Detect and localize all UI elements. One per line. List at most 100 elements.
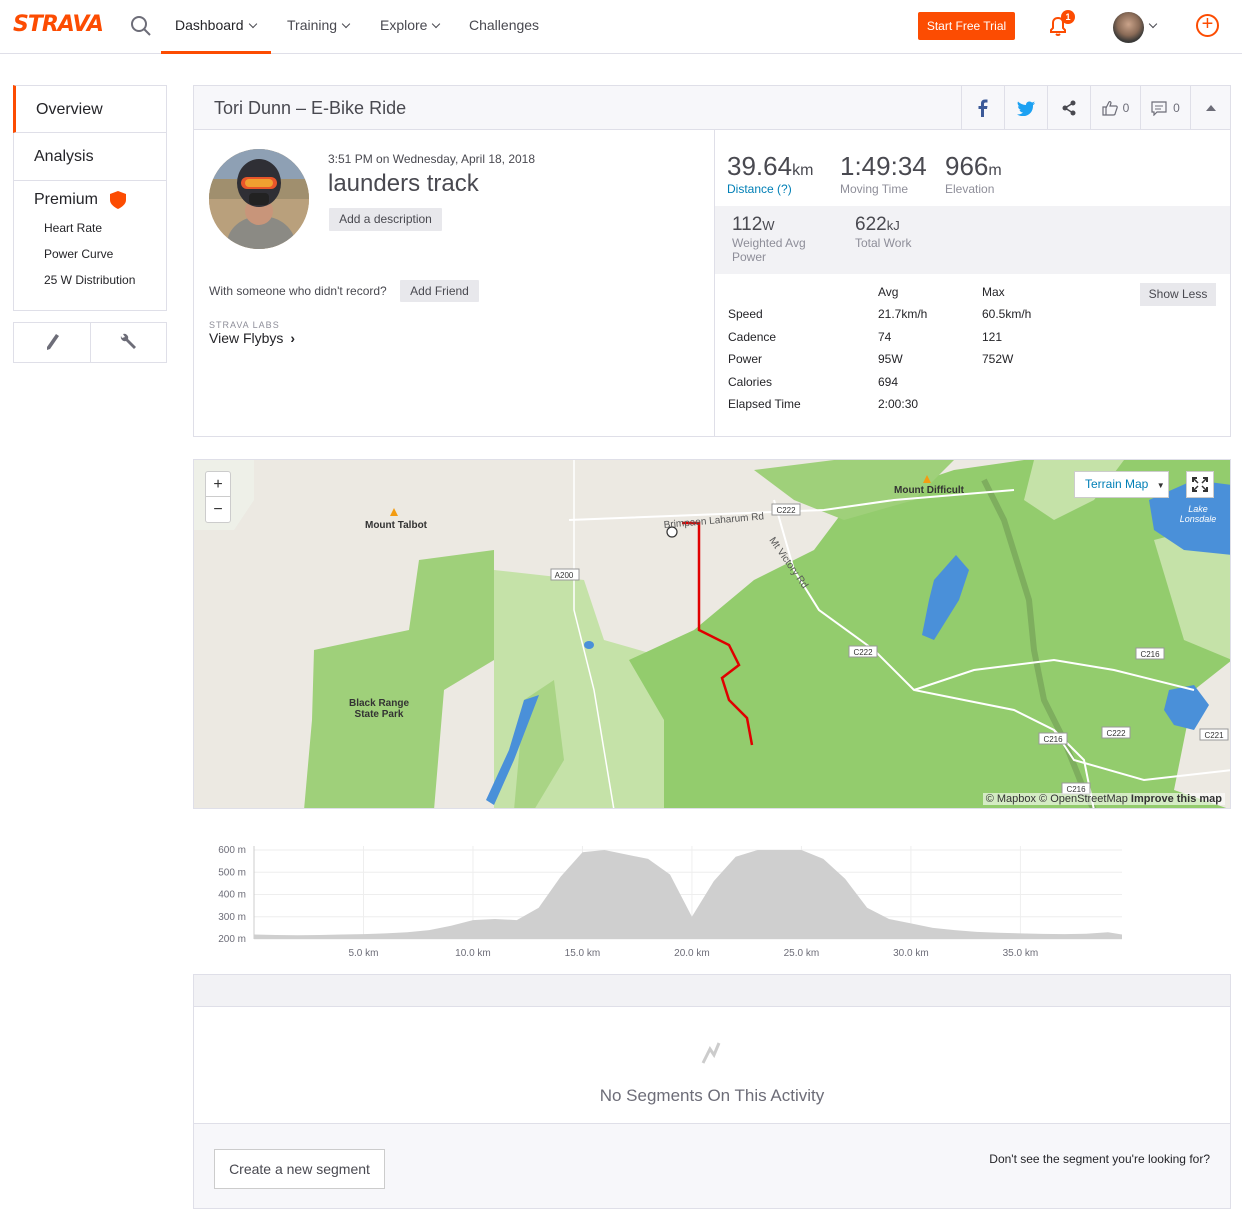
view-flybys-label: View Flybys (209, 330, 284, 346)
nav-challenges-label: Challenges (469, 17, 540, 33)
sidebar-item-analysis[interactable]: Analysis (13, 133, 167, 181)
zoom-out-button[interactable]: − (206, 497, 230, 522)
road-label-c222: C222 (776, 506, 796, 515)
distance-value: 39.64 (727, 151, 793, 181)
x-tick-label: 5.0 km (348, 948, 378, 959)
map-canvas: A200 C222 C222 C216 C216 C222 C221 C216 … (194, 460, 1230, 808)
stat-moving-time: 1:49:34 Moving Time (840, 151, 927, 196)
sidebar-premium-section: Premium Heart Rate Power Curve 25 W Dist… (13, 181, 167, 311)
nav-dashboard-label: Dashboard (175, 17, 244, 33)
row-avg: 95W (878, 352, 903, 366)
place-label-lake: Lake (1188, 504, 1208, 514)
comment-button[interactable]: 0 (1140, 86, 1190, 130)
sidebar-item-heart-rate[interactable]: Heart Rate (44, 221, 166, 235)
athlete-photo (209, 149, 309, 249)
attribution-text[interactable]: © Mapbox © OpenStreetMap (986, 793, 1128, 805)
user-avatar[interactable] (1113, 12, 1144, 43)
distance-unit: km (792, 162, 814, 179)
nav-explore-label: Explore (380, 17, 428, 33)
show-less-button[interactable]: Show Less (1140, 283, 1216, 306)
activity-title[interactable]: launders track (328, 170, 479, 198)
notification-badge: 1 (1061, 10, 1075, 24)
activity-header-title: Tori Dunn – E-Bike Ride (214, 98, 407, 118)
row-avg: 74 (878, 330, 892, 344)
thumbs-up-icon (1102, 100, 1118, 116)
total-work-value: 622 (855, 214, 887, 235)
chevron-down-icon (341, 19, 351, 29)
row-avg: 21.7km/h (878, 307, 928, 321)
actions-button[interactable] (91, 323, 167, 362)
activity-summary-panel: Tori Dunn – E-Bike Ride 0 0 3:51 PM on W… (193, 85, 1231, 437)
comments-count: 0 (1173, 101, 1180, 115)
stat-elevation: 966m Elevation (945, 151, 1002, 196)
view-flybys-link[interactable]: View Flybys › (209, 330, 295, 346)
chevron-down-icon[interactable] (1148, 19, 1158, 29)
row-max: 121 (982, 330, 1003, 344)
dont-see-segment-link[interactable]: Don't see the segment you're looking for… (989, 1152, 1210, 1166)
zoom-controls: + − (205, 471, 231, 523)
elevation-unit: m (988, 162, 1002, 179)
y-tick-label: 200 m (218, 934, 246, 945)
road-label-c216: C216 (1043, 735, 1063, 744)
expand-icon (1192, 477, 1208, 492)
edit-button[interactable] (14, 323, 90, 362)
y-tick-label: 400 m (218, 890, 246, 901)
road-label-a200: A200 (555, 571, 574, 580)
nav-challenges[interactable]: Challenges (469, 17, 539, 33)
fullscreen-button[interactable] (1186, 471, 1214, 498)
premium-shield-icon (110, 191, 127, 209)
moving-time-label: Moving Time (840, 182, 909, 196)
col-avg-header: Avg (878, 285, 899, 299)
elevation-profile[interactable]: 600 m 500 m 400 m 300 m 200 m 5.0 km 10.0 km 1… (193, 811, 1231, 974)
y-tick-label: 600 m (218, 845, 246, 856)
road-label-c222: C222 (853, 648, 873, 657)
x-tick-label: 30.0 km (893, 948, 929, 959)
sidebar-item-overview[interactable]: Overview (13, 85, 167, 133)
facebook-share-button[interactable] (961, 86, 1004, 130)
add-description-button[interactable]: Add a description (329, 208, 442, 231)
with-someone-text: With someone who didn't record? (209, 284, 387, 298)
sidebar-tools (13, 322, 167, 363)
nav-training-label: Training (287, 17, 338, 33)
plus-icon[interactable]: + (1196, 14, 1219, 37)
place-label-mount-difficult: Mount Difficult (894, 485, 965, 496)
kudos-button[interactable]: 0 (1090, 86, 1140, 130)
no-segments-message: No Segments On This Activity (599, 1086, 825, 1105)
weighted-power-unit: W (762, 218, 775, 233)
segment-icon (701, 1042, 721, 1064)
activity-map[interactable]: A200 C222 C222 C216 C216 C222 C221 C216 … (193, 459, 1231, 809)
sidebar-item-premium[interactable]: Premium (34, 191, 166, 209)
row-max: 60.5km/h (982, 307, 1032, 321)
start-free-trial-button[interactable]: Start Free Trial (918, 12, 1015, 40)
nav-explore[interactable]: Explore (380, 17, 441, 33)
add-friend-button[interactable]: Add Friend (400, 280, 479, 302)
strava-logo[interactable]: STRAVA (13, 12, 104, 37)
row-avg: 2:00:30 (878, 397, 919, 411)
map-attribution: © Mapbox © OpenStreetMap Improve this ma… (982, 793, 1225, 805)
segments-header (194, 975, 1230, 1007)
sidebar-item-power-curve[interactable]: Power Curve (44, 247, 166, 261)
stat-total-work: 622kJ Total Work (855, 214, 911, 250)
collapse-button[interactable] (1190, 86, 1230, 130)
sidebar-item-power-distribution[interactable]: 25 W Distribution (44, 273, 166, 287)
place-label-mount-talbot: Mount Talbot (365, 520, 428, 531)
search-icon[interactable] (130, 15, 152, 37)
road-label-c216: C216 (1140, 650, 1160, 659)
athlete-avatar[interactable] (209, 149, 309, 249)
improve-map-link[interactable]: Improve this map (1131, 793, 1222, 805)
terrain-map-dropdown[interactable]: Terrain Map ▼ (1074, 471, 1169, 498)
activity-timestamp: 3:51 PM on Wednesday, April 18, 2018 (328, 152, 536, 166)
zoom-in-button[interactable]: + (206, 472, 230, 497)
twitter-share-button[interactable] (1004, 86, 1047, 130)
row-label: Calories (728, 375, 773, 389)
distance-label[interactable]: Distance (?) (727, 182, 813, 196)
create-segment-button[interactable]: Create a new segment (214, 1149, 385, 1189)
x-tick-label: 15.0 km (565, 948, 601, 959)
nav-training[interactable]: Training (287, 17, 351, 33)
nav-dashboard[interactable]: Dashboard (175, 17, 257, 33)
share-button[interactable] (1047, 86, 1090, 130)
comment-icon (1151, 100, 1167, 116)
twitter-icon (1017, 100, 1035, 116)
elevation-value: 966 (945, 151, 989, 181)
x-tick-label: 35.0 km (1003, 948, 1039, 959)
